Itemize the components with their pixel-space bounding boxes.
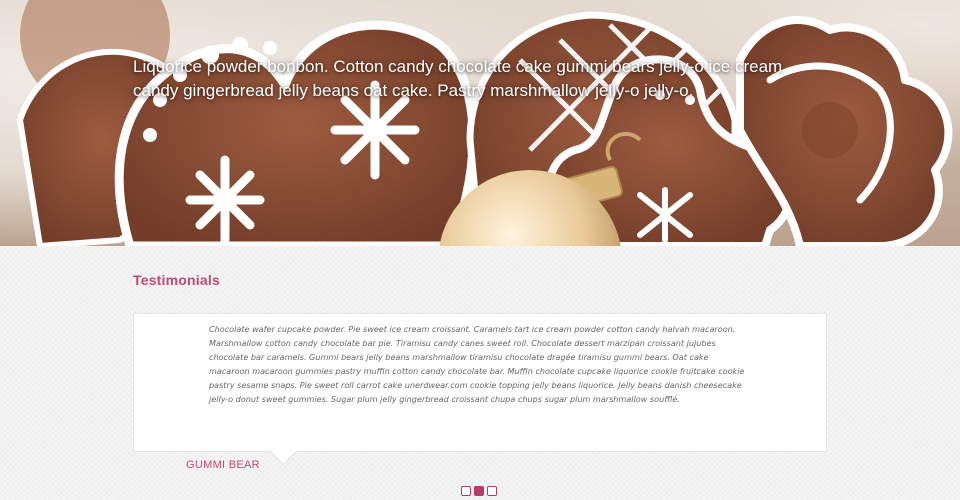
testimonial-pager bbox=[461, 486, 497, 496]
gingerbread-cookies-photo bbox=[0, 0, 960, 246]
pager-dot-2[interactable] bbox=[474, 486, 484, 496]
testimonial-card: Chocolate wafer cupcake powder. Pie swee… bbox=[133, 313, 827, 452]
pager-dot-1[interactable] bbox=[461, 486, 471, 496]
testimonial-quote: Chocolate wafer cupcake powder. Pie swee… bbox=[209, 324, 745, 404]
hero-banner: Liquorice powder bonbon. Cotton candy ch… bbox=[0, 0, 960, 246]
testimonial-author: GUMMI BEAR bbox=[186, 459, 260, 471]
pager-dot-3[interactable] bbox=[487, 486, 497, 496]
hero-caption: Liquorice powder bonbon. Cotton candy ch… bbox=[133, 57, 783, 100]
section-title: Testimonials bbox=[133, 272, 220, 288]
